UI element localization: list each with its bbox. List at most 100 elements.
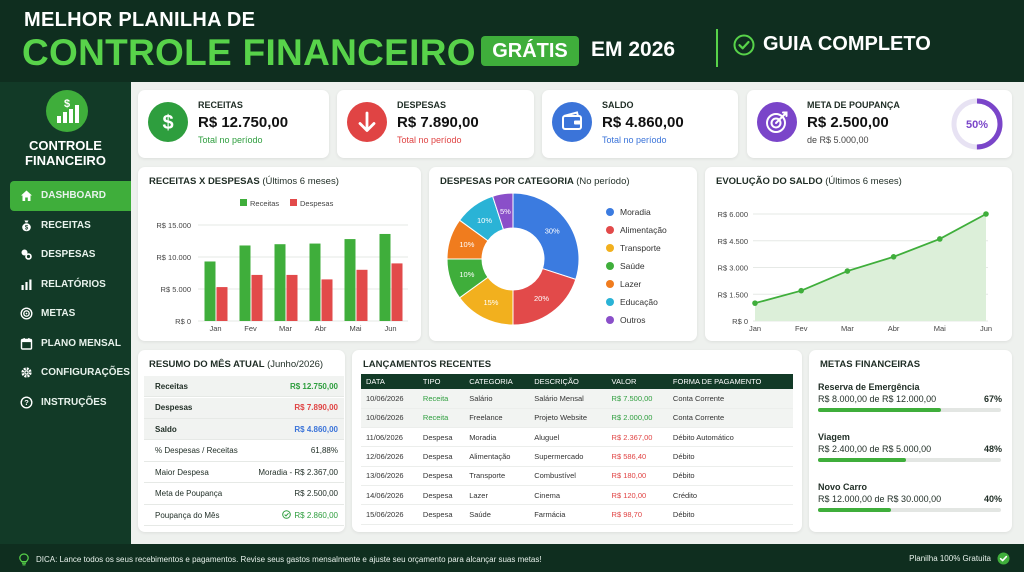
sidebar-item-label: INSTRUÇÕES — [41, 396, 107, 408]
table-cell: Saúde — [464, 504, 530, 525]
summary-value: R$ 2.860,00 — [282, 510, 338, 520]
table-cell: Projeto Website — [529, 408, 607, 429]
y-tick-label: R$ 0 — [175, 317, 191, 326]
summary-row: Poupança do Mês R$ 2.860,00 — [144, 505, 344, 526]
x-tick-label: Fev — [795, 324, 808, 333]
dollar-icon: $ — [148, 102, 188, 142]
legend-label: Transporte — [620, 243, 661, 253]
table-cell: Despesa — [417, 427, 465, 448]
y-tick-label: R$ 6.000 — [718, 210, 748, 219]
table-cell: R$ 2.367,00 — [606, 427, 668, 448]
kpi-label: SALDO — [602, 100, 634, 110]
table-cell: Aluguel — [529, 427, 607, 448]
bar-despesas — [216, 287, 228, 321]
financial-goals-card: METAS FINANCEIRAS Reserva de Emergência R… — [809, 350, 1012, 532]
table-row[interactable]: 14/06/2026 Despesa Lazer Cinema R$ 120,00 Cré… — [361, 485, 793, 506]
sidebar-item-instrucoes[interactable]: ? INSTRUÇÕES — [0, 388, 131, 418]
table-cell: 12/06/2026 — [361, 446, 418, 467]
table-cell: R$ 98,70 — [606, 504, 668, 525]
goal-amount: R$ 12.000,00 de R$ 30.000,00 — [818, 494, 942, 504]
summary-row: Meta de Poupança R$ 2.500,00 — [144, 484, 344, 505]
kpi-despesas-card: DESPESAS R$ 7.890,00 Total no período — [337, 90, 534, 158]
data-point — [844, 268, 851, 274]
kpi-value: R$ 4.860,00 — [602, 114, 684, 131]
table-cell: Salário — [464, 389, 530, 409]
app-title: CONTROLE FINANCEIRO — [0, 138, 131, 168]
summary-subtitle: (Junho/2026) — [267, 359, 324, 370]
donut-slice — [512, 192, 580, 281]
table-cell: Moradia — [464, 427, 530, 448]
slice-label: 20% — [534, 294, 549, 303]
sidebar-item-configuracoes[interactable]: CONFIGURAÇÕES — [0, 358, 131, 388]
table-row[interactable]: 15/06/2026 Despesa Saúde Farmácia R$ 98,70 Dé… — [361, 504, 793, 525]
table-cell: Freelance — [464, 408, 530, 429]
summary-label: Receitas — [155, 381, 188, 391]
sidebar: $ CONTROLE FINANCEIRO DASHBOARD $ RECEIT… — [0, 82, 131, 544]
tip: DICA: Lance todos os seus recebimentos e… — [18, 553, 542, 566]
summary-value: R$ 4.860,00 — [294, 424, 338, 434]
arrow-down-icon — [347, 102, 387, 142]
table-cell: Despesa — [417, 504, 465, 525]
free-text: Planilha 100% Gratuita — [909, 554, 991, 563]
goal-progress-fill — [818, 408, 941, 412]
month-summary-card: RESUMO DO MÊS ATUAL (Junho/2026) Receita… — [138, 350, 345, 532]
bar-receitas — [379, 233, 391, 321]
legend-swatch — [606, 208, 614, 216]
tip-text: DICA: Lance todos os seus recebimentos e… — [36, 555, 542, 564]
table-cell: R$ 586,40 — [606, 446, 668, 467]
sidebar-item-despesas[interactable]: DESPESAS — [0, 240, 131, 270]
data-point — [890, 254, 897, 260]
table-cell: Conta Corrente — [667, 389, 793, 409]
summary-row: Saldo R$ 4.860,00 — [144, 419, 344, 440]
money-chart-icon: $ — [57, 98, 79, 123]
kpi-meta-card: META DE POUPANÇA R$ 2.500,00 de R$ 5.000… — [747, 90, 1012, 158]
goal-name: Viagem — [818, 432, 850, 442]
table-row[interactable]: 10/06/2026 Receita Freelance Projeto Websit… — [361, 408, 793, 429]
y-tick-label: R$ 3.000 — [718, 264, 748, 273]
kpi-value: R$ 12.750,00 — [198, 114, 289, 131]
data-point — [798, 287, 804, 294]
goal-amount: R$ 8.000,00 de R$ 12.000,00 — [818, 394, 937, 404]
goal-amount: R$ 2.400,00 de R$ 5.000,00 — [818, 444, 932, 454]
wallet-icon — [552, 102, 592, 142]
kpi-value: R$ 7.890,00 — [397, 114, 479, 131]
footer-bar: DICA: Lance todos os seus recebimentos e… — [0, 544, 1024, 572]
sidebar-item-metas[interactable]: METAS — [0, 299, 131, 329]
table-cell: R$ 120,00 — [606, 485, 668, 506]
sidebar-item-plano-mensal[interactable]: PLANO MENSAL — [0, 329, 131, 359]
sidebar-item-receitas[interactable]: $ RECEITAS — [0, 211, 131, 241]
goal-progress-bar — [818, 508, 1001, 512]
kpi-receitas-card: $ RECEITAS R$ 12.750,00 Total no período — [138, 90, 329, 158]
kpi-value: R$ 2.500,00 — [807, 114, 889, 131]
table-row[interactable]: 10/06/2026 Receita Salário Salário Mensal R$… — [361, 389, 793, 409]
slice-label: 15% — [483, 298, 498, 307]
bar-receitas — [204, 261, 216, 321]
table-row[interactable]: 12/06/2026 Despesa Alimentação Supermercado… — [361, 446, 793, 467]
column-header: FORMA DE PAGAMENTO — [667, 374, 793, 389]
bar-receitas — [309, 243, 321, 321]
slice-label: 5% — [500, 207, 511, 216]
legend-label: Alimentação — [620, 225, 667, 235]
sidebar-item-relatorios[interactable]: RELATÓRIOS — [0, 270, 131, 300]
legend-swatch — [290, 199, 297, 206]
legend-swatch — [606, 244, 614, 252]
table-header: DATA TIPO CATEGORIA DESCRIÇÃO VALOR FORMA DE … — [361, 374, 793, 389]
goal-percent: 48% — [983, 444, 1002, 454]
check-circle-icon — [733, 34, 755, 55]
sidebar-item-label: DASHBOARD — [41, 190, 106, 202]
table-row[interactable]: 13/06/2026 Despesa Transporte Combustível R$… — [361, 466, 793, 486]
table-cell: Despesa — [417, 446, 465, 467]
column-header: DATA — [361, 374, 418, 389]
column-header: TIPO — [417, 374, 465, 389]
table-cell: Conta Corrente — [667, 408, 793, 429]
bar-despesas — [286, 274, 298, 321]
goal-progress-bar — [818, 458, 1001, 462]
table-cell: Supermercado — [529, 446, 607, 467]
table-cell: 14/06/2026 — [361, 485, 418, 506]
summary-row: % Despesas / Receitas 61,88% — [144, 441, 344, 462]
sidebar-item-dashboard[interactable]: DASHBOARD — [10, 181, 131, 211]
legend-swatch — [606, 262, 614, 270]
table-row[interactable]: 11/06/2026 Despesa Moradia Aluguel R$ 2.367,… — [361, 427, 793, 448]
goal-percent: 67% — [983, 394, 1002, 404]
legend-label: Educação — [620, 297, 658, 307]
